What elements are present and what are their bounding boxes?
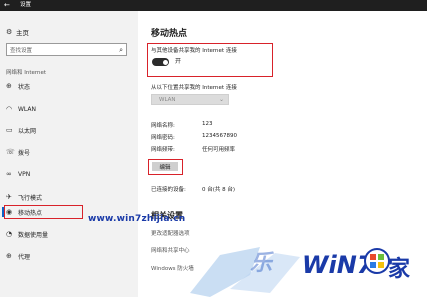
sidebar-item-label: 拨号 (18, 149, 31, 157)
svg-text:WiN7: WiN7 (302, 251, 374, 279)
window-title: 设置 (20, 2, 32, 8)
search-icon[interactable]: ⌕ (119, 46, 123, 55)
sidebar-item-status[interactable]: ⊕ 状态 (6, 80, 126, 92)
connected-devices-label: 已连接的设备: (151, 187, 186, 193)
toggle-state-text: 开 (175, 58, 182, 65)
share-label: 与其他设备共享我的 Internet 连接 (151, 48, 237, 54)
sidebar-item-wlan[interactable]: ◠ WLAN (6, 103, 126, 115)
share-from-label: 从以下位置共享我的 Internet 连接 (151, 85, 237, 91)
sidebar-item-hotspot[interactable]: ◉ 移动热点 (2, 205, 83, 219)
link-adapter-options[interactable]: 更改适配器选项 (151, 229, 190, 237)
sidebar-item-dialup[interactable]: ☏ 拨号 (6, 146, 126, 158)
svg-text:家: 家 (388, 256, 411, 282)
network-name-label: 网络名称: (151, 123, 175, 129)
network-password-value: 1234567890 (202, 133, 237, 139)
sidebar-item-vpn[interactable]: ∞ VPN (6, 168, 126, 180)
back-arrow-icon[interactable]: ← (4, 1, 10, 10)
sidebar-item-label: 移动热点 (18, 209, 43, 217)
page-title: 移动热点 (151, 29, 188, 39)
sidebar-item-label: 主页 (16, 29, 29, 37)
network-name-value: 123 (202, 121, 213, 127)
sidebar: ⚙ 主页 查找设置 ⌕ 网络和 Internet ⊕ 状态 ◠ WLAN ▭ 以… (0, 11, 138, 297)
svg-text:乐: 乐 (250, 251, 274, 276)
data-usage-icon: ◔ (6, 230, 13, 238)
sidebar-item-proxy[interactable]: ⊕ 代理 (6, 250, 126, 262)
wifi-icon: ◠ (6, 105, 13, 113)
sidebar-item-label: 以太网 (18, 127, 37, 135)
sidebar-item-label: 飞行模式 (18, 194, 43, 202)
network-band-value: 任何可用频率 (202, 147, 236, 153)
edit-button[interactable]: 编辑 (152, 162, 178, 171)
watermark-url: www.win7zhijia.cn (88, 214, 186, 224)
toggle-knob (162, 59, 168, 65)
hotspot-toggle[interactable] (152, 58, 169, 66)
edit-highlight: 编辑 (148, 159, 183, 175)
search-placeholder: 查找设置 (10, 47, 33, 54)
active-indicator (2, 207, 4, 217)
sidebar-item-label: WLAN (18, 105, 37, 113)
airplane-icon: ✈ (6, 193, 12, 201)
win7zhijia-watermark-logo: 乐 WiN7 家 (190, 247, 411, 297)
network-band-label: 网络频带: (151, 147, 175, 153)
link-network-sharing-center[interactable]: 网络和共享中心 (151, 246, 190, 254)
hotspot-icon: ◉ (6, 208, 13, 216)
sidebar-item-ethernet[interactable]: ▭ 以太网 (6, 124, 126, 136)
sidebar-item-label: 代理 (18, 253, 31, 261)
gear-icon: ⚙ (6, 28, 13, 36)
link-windows-firewall[interactable]: Windows 防火墙 (151, 264, 194, 272)
sidebar-item-data-usage[interactable]: ◔ 数据使用量 (6, 228, 126, 240)
title-bar: ← 设置 (0, 0, 427, 11)
sidebar-item-label: 状态 (18, 83, 31, 91)
section-heading: 网络和 Internet (6, 70, 47, 76)
sidebar-item-home[interactable]: ⚙ 主页 (6, 26, 126, 38)
share-connection-group: 与其他设备共享我的 Internet 连接 开 (147, 43, 273, 77)
globe-icon: ⊕ (6, 82, 12, 90)
connected-devices-value: 0 台(共 8 台) (202, 187, 236, 193)
network-password-label: 网络密码: (151, 135, 175, 141)
share-from-select[interactable]: WLAN ⌄ (151, 94, 229, 105)
phone-icon: ☏ (6, 148, 15, 156)
sidebar-item-airplane[interactable]: ✈ 飞行模式 (6, 191, 126, 203)
globe-proxy-icon: ⊕ (6, 252, 12, 260)
sidebar-item-label: VPN (18, 170, 31, 178)
vpn-icon: ∞ (6, 170, 12, 178)
search-input[interactable]: 查找设置 ⌕ (6, 43, 127, 56)
chevron-down-icon: ⌄ (218, 96, 224, 103)
ethernet-icon: ▭ (6, 126, 13, 134)
sidebar-item-label: 数据使用量 (18, 231, 49, 239)
select-value: WLAN (159, 96, 176, 103)
